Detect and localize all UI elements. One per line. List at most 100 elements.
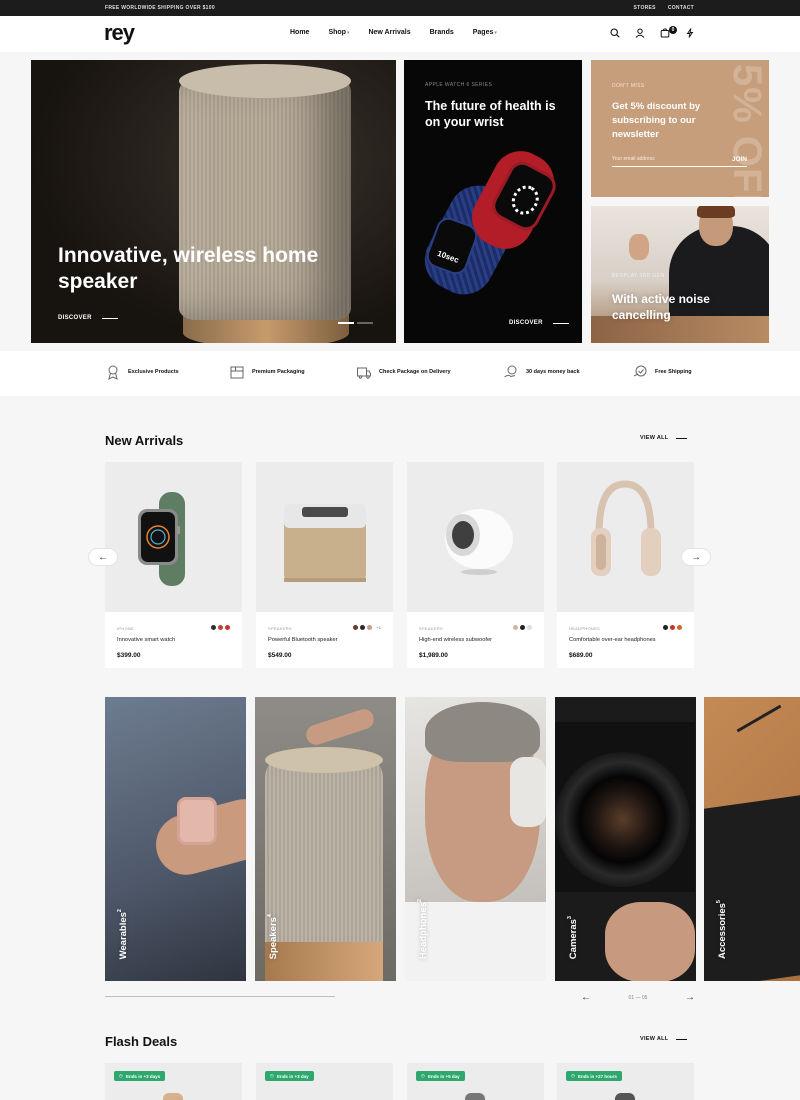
user-icon[interactable] <box>633 26 647 40</box>
feature-item: Exclusive Products <box>105 364 179 380</box>
lightning-icon[interactable] <box>683 26 697 40</box>
carousel-next-button[interactable]: → <box>681 548 711 566</box>
main-nav: Home Shop▾ New Arrivals Brands Pages▾ <box>290 29 497 36</box>
camera-lens-image <box>555 752 690 887</box>
product-name[interactable]: Comfortable over-ear headphones <box>569 637 656 643</box>
arrow-right-icon[interactable]: → <box>685 992 695 1003</box>
hero-speaker-banner[interactable]: Innovative, wireless home speaker DISCOV… <box>31 60 396 343</box>
flash-deal-card[interactable]: ◷ Ends in +5 day <box>407 1063 544 1100</box>
flash-deals-view-all[interactable]: VIEW ALL <box>640 1036 687 1042</box>
category-label: Accessories5 <box>716 899 729 959</box>
award-icon <box>108 365 118 380</box>
delivery-icon <box>357 367 371 379</box>
arrow-right-icon: → <box>691 551 701 563</box>
product-card[interactable]: IPHONE Innovative smart watch $399.00 <box>105 462 242 668</box>
arrow-left-icon: ← <box>98 551 108 563</box>
category-label: Cameras3 <box>567 915 580 959</box>
new-arrivals-title: New Arrivals <box>105 433 184 448</box>
watch-discover-link[interactable]: DISCOVER <box>509 320 569 326</box>
flash-deals-title: Flash Deals <box>105 1034 178 1049</box>
contact-link[interactable]: CONTACT <box>668 5 694 11</box>
more-colors: +1 <box>376 625 381 630</box>
watch-eyebrow: APPLE WATCH 6 SERIES <box>425 82 493 88</box>
cord <box>736 704 782 733</box>
color-swatches <box>513 625 532 630</box>
product-card[interactable]: SPEAKERS High-end wireless subwoofer $1,… <box>407 462 544 668</box>
search-icon[interactable] <box>608 26 622 40</box>
countdown-badge: ◷ Ends in +3 day <box>265 1071 314 1081</box>
product-name[interactable]: High-end wireless subwoofer <box>419 637 492 643</box>
nav-new-arrivals[interactable]: New Arrivals <box>368 29 410 36</box>
join-button[interactable]: JOIN <box>732 156 747 163</box>
category-card-wearables[interactable]: Wearables2 <box>105 697 246 981</box>
countdown-badge: ◷ Ends in +27 hours <box>566 1071 622 1081</box>
email-input[interactable]: Your email address <box>612 156 655 162</box>
color-swatch[interactable] <box>353 625 359 630</box>
product-category: SPEAKERS <box>268 626 292 631</box>
color-swatches <box>663 625 682 630</box>
feature-label: Premium Packaging <box>252 369 305 375</box>
carousel-prev-button[interactable]: ← <box>88 548 118 566</box>
color-swatch[interactable] <box>677 625 682 630</box>
clock-icon: ◷ <box>571 1073 575 1078</box>
cart-count-badge: 0 <box>669 26 677 34</box>
flash-deal-card[interactable]: ◷ Ends in +3 days <box>105 1063 242 1100</box>
product-image <box>615 1093 635 1100</box>
nav-shop[interactable]: Shop▾ <box>328 29 349 36</box>
category-card-headphones[interactable]: Headphones2 <box>405 697 546 981</box>
category-label: Speakers4 <box>267 913 280 959</box>
hero-watch-banner[interactable]: APPLE WATCH 6 SERIES The future of healt… <box>404 60 582 343</box>
logo[interactable]: rey <box>104 20 135 46</box>
color-swatches <box>211 625 230 630</box>
speaker-base <box>265 942 383 981</box>
feature-label: Exclusive Products <box>128 369 179 375</box>
category-card-speakers[interactable]: Speakers4 <box>255 697 396 981</box>
top-bar: FREE WORLDWIDE SHIPPING OVER $100 STORES… <box>0 0 800 16</box>
product-image <box>163 1093 183 1100</box>
product-name[interactable]: Innovative smart watch <box>117 637 175 643</box>
cart-icon[interactable]: 0 <box>658 26 677 40</box>
color-swatch[interactable] <box>360 625 366 630</box>
person-hair <box>697 206 735 218</box>
color-swatch[interactable] <box>663 625 668 630</box>
shipping-icon <box>633 365 647 377</box>
color-swatch[interactable] <box>218 625 223 630</box>
promo-title: Get 5% discount by subscribing to our ne… <box>612 101 701 140</box>
hero-discover-link[interactable]: DISCOVER <box>58 315 118 321</box>
newsletter-form: Your email address JOIN <box>612 152 747 167</box>
color-swatch[interactable] <box>670 625 675 630</box>
slider-dot[interactable] <box>357 322 373 324</box>
color-swatch[interactable] <box>367 625 373 630</box>
nav-pages[interactable]: Pages▾ <box>473 29 497 36</box>
color-swatch[interactable] <box>225 625 230 630</box>
product-category: IPHONE <box>117 626 135 631</box>
color-swatch[interactable] <box>527 625 532 630</box>
headphone-image <box>510 757 546 827</box>
product-card[interactable]: SPEAKERS +1 Powerful Bluetooth speaker $… <box>256 462 393 668</box>
slider-dot[interactable] <box>338 322 354 324</box>
feature-item: Check Package on Delivery <box>356 364 451 380</box>
top-links: STORES CONTACT <box>634 5 694 11</box>
product-name[interactable]: Powerful Bluetooth speaker <box>268 637 338 643</box>
hero-noise-banner[interactable]: BEOPLAY 3RD GEN With active noise cancel… <box>591 206 769 343</box>
nav-brands[interactable]: Brands <box>430 29 454 36</box>
feature-item: Free Shipping <box>632 364 692 380</box>
color-swatch[interactable] <box>520 625 525 630</box>
arrow-left-icon[interactable]: ← <box>581 992 591 1003</box>
category-card-accessories[interactable]: Accessories5 <box>704 697 800 981</box>
new-arrivals-view-all[interactable]: VIEW ALL <box>640 435 687 441</box>
package-icon <box>230 366 244 379</box>
countdown-badge: ◷ Ends in +3 days <box>114 1071 166 1081</box>
product-card[interactable]: HEADPHONES Comfortable over-ear headphon… <box>557 462 694 668</box>
category-label: Headphones2 <box>417 898 430 959</box>
flash-deal-card[interactable]: ◷ Ends in +3 day <box>256 1063 393 1100</box>
stores-link[interactable]: STORES <box>634 5 656 11</box>
color-swatch[interactable] <box>513 625 518 630</box>
flash-deal-card[interactable]: ◷ Ends in +27 hours <box>557 1063 694 1100</box>
clock-icon: ◷ <box>421 1073 425 1078</box>
category-label: Wearables2 <box>117 908 130 959</box>
category-scrollbar[interactable] <box>105 996 335 997</box>
category-card-cameras[interactable]: Cameras3 <box>555 697 696 981</box>
nav-home[interactable]: Home <box>290 29 309 36</box>
color-swatch[interactable] <box>211 625 216 630</box>
